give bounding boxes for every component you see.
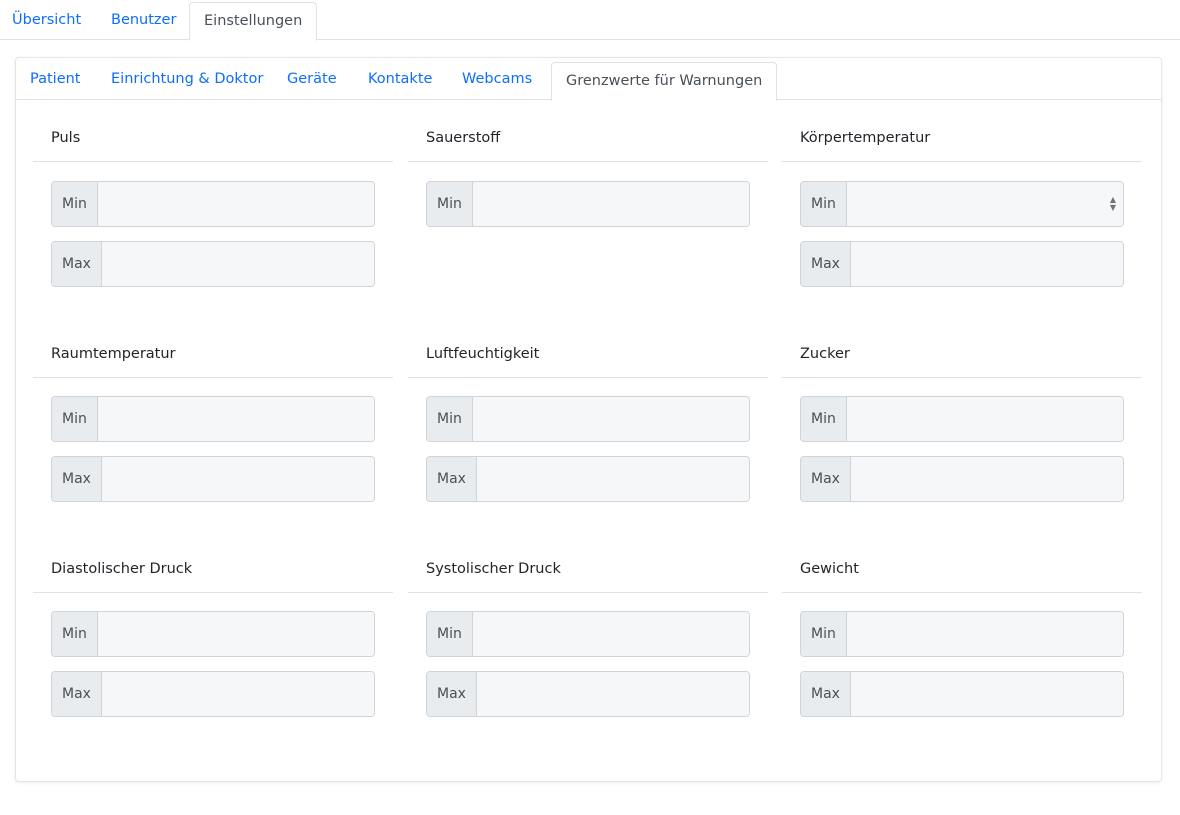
- luftfeuchtigkeit-min-input[interactable]: [472, 397, 749, 441]
- min-addon: Min: [427, 612, 473, 656]
- min-addon: Min: [801, 397, 847, 441]
- group-sauerstoff: Sauerstoff Min: [408, 118, 768, 227]
- gewicht-max-input[interactable]: [850, 672, 1123, 716]
- tab-einstellungen[interactable]: Einstellungen: [189, 2, 318, 41]
- tab-benutzer[interactable]: Benutzer: [111, 2, 176, 40]
- max-addon: Max: [427, 457, 477, 501]
- zucker-min-group: Min: [800, 396, 1124, 442]
- diastolisch-min-input[interactable]: [97, 612, 374, 656]
- raumtemperatur-max-group: Max: [51, 456, 375, 502]
- min-addon: Min: [52, 182, 98, 226]
- group-diastolischer-druck: Diastolischer Druck Min Max: [33, 549, 393, 717]
- zucker-min-input[interactable]: [846, 397, 1123, 441]
- tab-kontakte[interactable]: Kontakte: [368, 58, 432, 100]
- raumtemperatur-min-input[interactable]: [97, 397, 374, 441]
- max-addon: Max: [52, 242, 102, 286]
- settings-sub-tabs: Patient Einrichtung & Doktor Geräte Kont…: [16, 58, 1161, 101]
- gewicht-min-group: Min: [800, 611, 1124, 657]
- tab-geraete[interactable]: Geräte: [287, 58, 337, 100]
- systolisch-min-input[interactable]: [472, 612, 749, 656]
- max-addon: Max: [427, 672, 477, 716]
- max-addon: Max: [52, 457, 102, 501]
- max-addon: Max: [801, 672, 851, 716]
- diastolisch-max-group: Max: [51, 671, 375, 717]
- group-title: Diastolischer Druck: [33, 549, 393, 593]
- min-addon: Min: [427, 397, 473, 441]
- tab-patient[interactable]: Patient: [30, 58, 81, 100]
- group-luftfeuchtigkeit: Luftfeuchtigkeit Min Max: [408, 334, 768, 502]
- luftfeuchtigkeit-max-input[interactable]: [476, 457, 749, 501]
- min-addon: Min: [801, 612, 847, 656]
- group-title: Sauerstoff: [408, 118, 768, 162]
- min-addon: Min: [427, 182, 473, 226]
- group-raumtemperatur: Raumtemperatur Min Max: [33, 334, 393, 502]
- koerpertemperatur-max-group: Max: [800, 241, 1124, 287]
- group-title: Systolischer Druck: [408, 549, 768, 593]
- puls-max-input[interactable]: [101, 242, 374, 286]
- luftfeuchtigkeit-min-group: Min: [426, 396, 750, 442]
- min-addon: Min: [52, 612, 98, 656]
- max-addon: Max: [52, 672, 102, 716]
- koerpertemperatur-max-input[interactable]: [850, 242, 1123, 286]
- raumtemperatur-min-group: Min: [51, 396, 375, 442]
- tab-webcams[interactable]: Webcams: [462, 58, 532, 100]
- group-title: Puls: [33, 118, 393, 162]
- systolisch-max-group: Max: [426, 671, 750, 717]
- min-addon: Min: [52, 397, 98, 441]
- gewicht-min-input[interactable]: [846, 612, 1123, 656]
- luftfeuchtigkeit-max-group: Max: [426, 456, 750, 502]
- min-addon: Min: [801, 182, 847, 226]
- zucker-max-input[interactable]: [850, 457, 1123, 501]
- sauerstoff-min-group: Min: [426, 181, 750, 227]
- systolisch-max-input[interactable]: [476, 672, 749, 716]
- tab-uebersicht[interactable]: Übersicht: [12, 2, 81, 40]
- group-zucker: Zucker Min Max: [782, 334, 1142, 502]
- max-addon: Max: [801, 242, 851, 286]
- group-title: Körpertemperatur: [782, 118, 1142, 162]
- diastolisch-min-group: Min: [51, 611, 375, 657]
- zucker-max-group: Max: [800, 456, 1124, 502]
- tab-grenzwerte[interactable]: Grenzwerte für Warnungen: [551, 62, 778, 101]
- max-addon: Max: [801, 457, 851, 501]
- group-systolischer-druck: Systolischer Druck Min Max: [408, 549, 768, 717]
- systolisch-min-group: Min: [426, 611, 750, 657]
- settings-card: Patient Einrichtung & Doktor Geräte Kont…: [15, 57, 1162, 782]
- group-koerpertemperatur: Körpertemperatur Min ▲ ▼ Max: [782, 118, 1142, 287]
- group-puls: Puls Min Max: [33, 118, 393, 287]
- group-title: Zucker: [782, 334, 1142, 378]
- koerpertemperatur-min-group: Min ▲ ▼: [800, 181, 1124, 227]
- group-title: Luftfeuchtigkeit: [408, 334, 768, 378]
- tab-einrichtung-doktor[interactable]: Einrichtung & Doktor: [111, 58, 263, 100]
- puls-min-group: Min: [51, 181, 375, 227]
- main-nav-tabs: Übersicht Benutzer Einstellungen: [0, 0, 1180, 41]
- koerpertemperatur-min-input[interactable]: [846, 182, 1103, 226]
- group-title: Raumtemperatur: [33, 334, 393, 378]
- gewicht-max-group: Max: [800, 671, 1124, 717]
- diastolisch-max-input[interactable]: [101, 672, 374, 716]
- group-gewicht: Gewicht Min Max: [782, 549, 1142, 717]
- raumtemperatur-max-input[interactable]: [101, 457, 374, 501]
- puls-max-group: Max: [51, 241, 375, 287]
- sauerstoff-min-input[interactable]: [472, 182, 749, 226]
- group-title: Gewicht: [782, 549, 1142, 593]
- number-spinner-icon[interactable]: ▲ ▼: [1103, 182, 1123, 226]
- puls-min-input[interactable]: [97, 182, 374, 226]
